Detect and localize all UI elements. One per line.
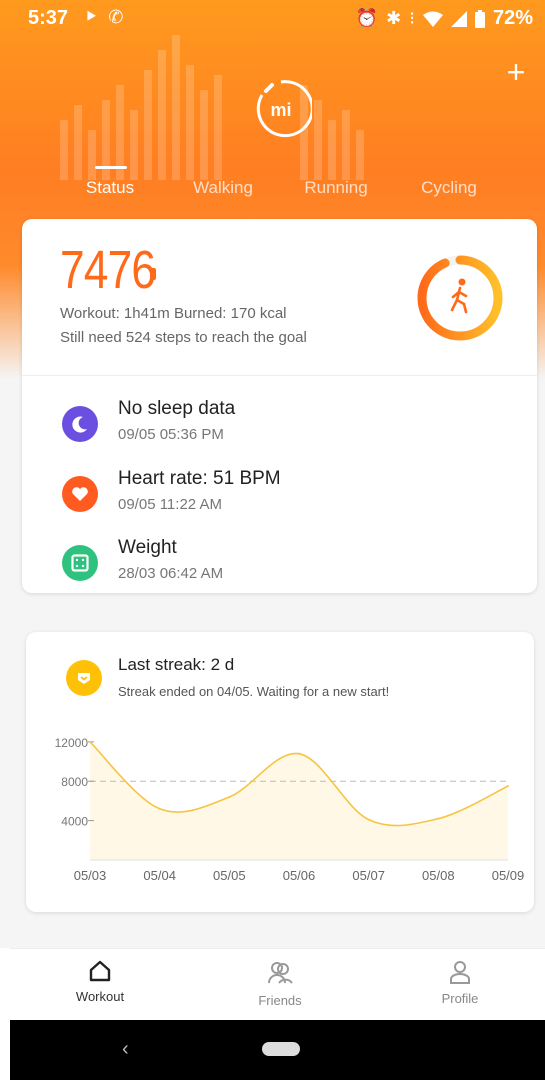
streak-subtitle: Streak ended on 04/05. Waiting for a new… [118,684,390,699]
tab-bar: Status Walking Running Cycling [0,160,545,210]
workout-summary: Workout: 1h41m Burned: 170 kcal [60,305,287,322]
weight-title: Weight [118,537,177,558]
bottom-nav: Workout Friends Profile [10,948,545,1020]
sleep-icon: z [62,406,98,442]
nav-workout-label: Workout [75,989,125,1004]
heart-rate-row[interactable]: Heart rate: 51 BPM 09/05 11:22 AM [62,468,502,518]
streak-card[interactable]: Last streak: 2 d Streak ended on 04/05. … [26,632,534,912]
home-icon [89,960,111,982]
vibrate-icon: ⁝ [409,8,415,28]
profile-icon [450,961,470,984]
chart-point [298,752,300,755]
y-tick-label: 4000 [61,815,88,829]
nav-workout[interactable]: Workout [50,959,150,1004]
chart-point [89,740,91,743]
home-button[interactable] [262,1042,300,1056]
bluetooth-icon: ✱ [386,8,402,28]
nav-friends[interactable]: Friends [230,959,330,1008]
steps-unit-marker [151,268,156,280]
active-tab-indicator [95,166,127,169]
chart-point [437,817,440,820]
goal-remaining: Still need 524 steps to reach the goal [60,329,307,346]
weight-timestamp: 28/03 06:42 AM [118,565,224,582]
streak-title: Last streak: 2 d [118,655,235,674]
chart-point [158,807,161,810]
steps-count: 7476 [60,240,156,300]
svg-text:mi: mi [270,100,291,120]
chart-point [367,818,370,821]
x-tick-label: 05/09 [492,868,525,883]
status-bar: 5:37 ⯈ ✆ ⏰ ✱ ⁝ 72% [0,0,545,36]
cast-icon: ⯈ [84,7,99,27]
y-tick-label: 12000 [55,736,89,750]
heart-icon [62,476,98,512]
chart-point [507,785,509,788]
wifi-icon [422,11,443,27]
svg-text:z: z [81,420,84,426]
weight-row[interactable]: Weight 28/03 06:42 AM [62,537,502,587]
nav-friends-label: Friends [258,993,302,1008]
y-tick-label: 8000 [61,775,88,789]
tab-walking[interactable]: Walking [193,178,253,198]
x-tick-label: 05/05 [213,868,246,883]
nav-profile-label: Profile [441,991,479,1006]
tab-cycling[interactable]: Cycling [421,178,477,198]
step-goal-ring [417,255,503,341]
tab-status[interactable]: Status [86,178,134,198]
system-nav-bar: ‹ [10,1020,545,1080]
signal-icon [450,10,467,27]
sleep-timestamp: 09/05 05:36 PM [118,426,224,443]
phone-icon: ✆ [108,7,124,27]
battery-icon [474,9,485,28]
sleep-title: No sleep data [118,398,236,419]
battery-percent: 72% [492,7,533,29]
streak-badge-icon [66,660,102,696]
back-button[interactable]: ‹ [122,1038,129,1061]
mi-logo: mi [256,80,312,138]
chart-point [228,795,231,798]
heart-rate-timestamp: 09/05 11:22 AM [118,496,222,513]
card-divider [22,375,537,376]
equalizer-decoration [60,35,364,180]
scale-icon [62,545,98,581]
status-time: 5:37 [28,7,69,29]
heart-rate-title: Heart rate: 51 BPM [118,468,281,489]
chart-area-fill [90,741,508,860]
plus-icon: + [506,54,526,90]
steps-line-chart: 12000 8000 4000 05/03 05/04 05/05 05/06 05/07 05… [55,736,525,883]
left-edge [0,948,10,1080]
tab-running[interactable]: Running [304,178,367,198]
x-tick-label: 05/08 [422,868,455,883]
summary-card[interactable]: 7476 Workout: 1h41m Burned: 170 kcal Sti… [22,219,537,593]
add-button[interactable]: + [501,56,531,88]
x-tick-label: 05/04 [143,868,176,883]
x-tick-label: 05/07 [352,868,385,883]
x-tick-label: 05/06 [283,868,316,883]
alarm-icon: ⏰ [355,8,379,28]
x-tick-label: 05/03 [74,868,107,883]
walking-icon [450,278,468,314]
friends-icon [268,962,293,984]
nav-profile[interactable]: Profile [410,959,510,1006]
sleep-row[interactable]: z No sleep data 09/05 05:36 PM [62,398,502,448]
